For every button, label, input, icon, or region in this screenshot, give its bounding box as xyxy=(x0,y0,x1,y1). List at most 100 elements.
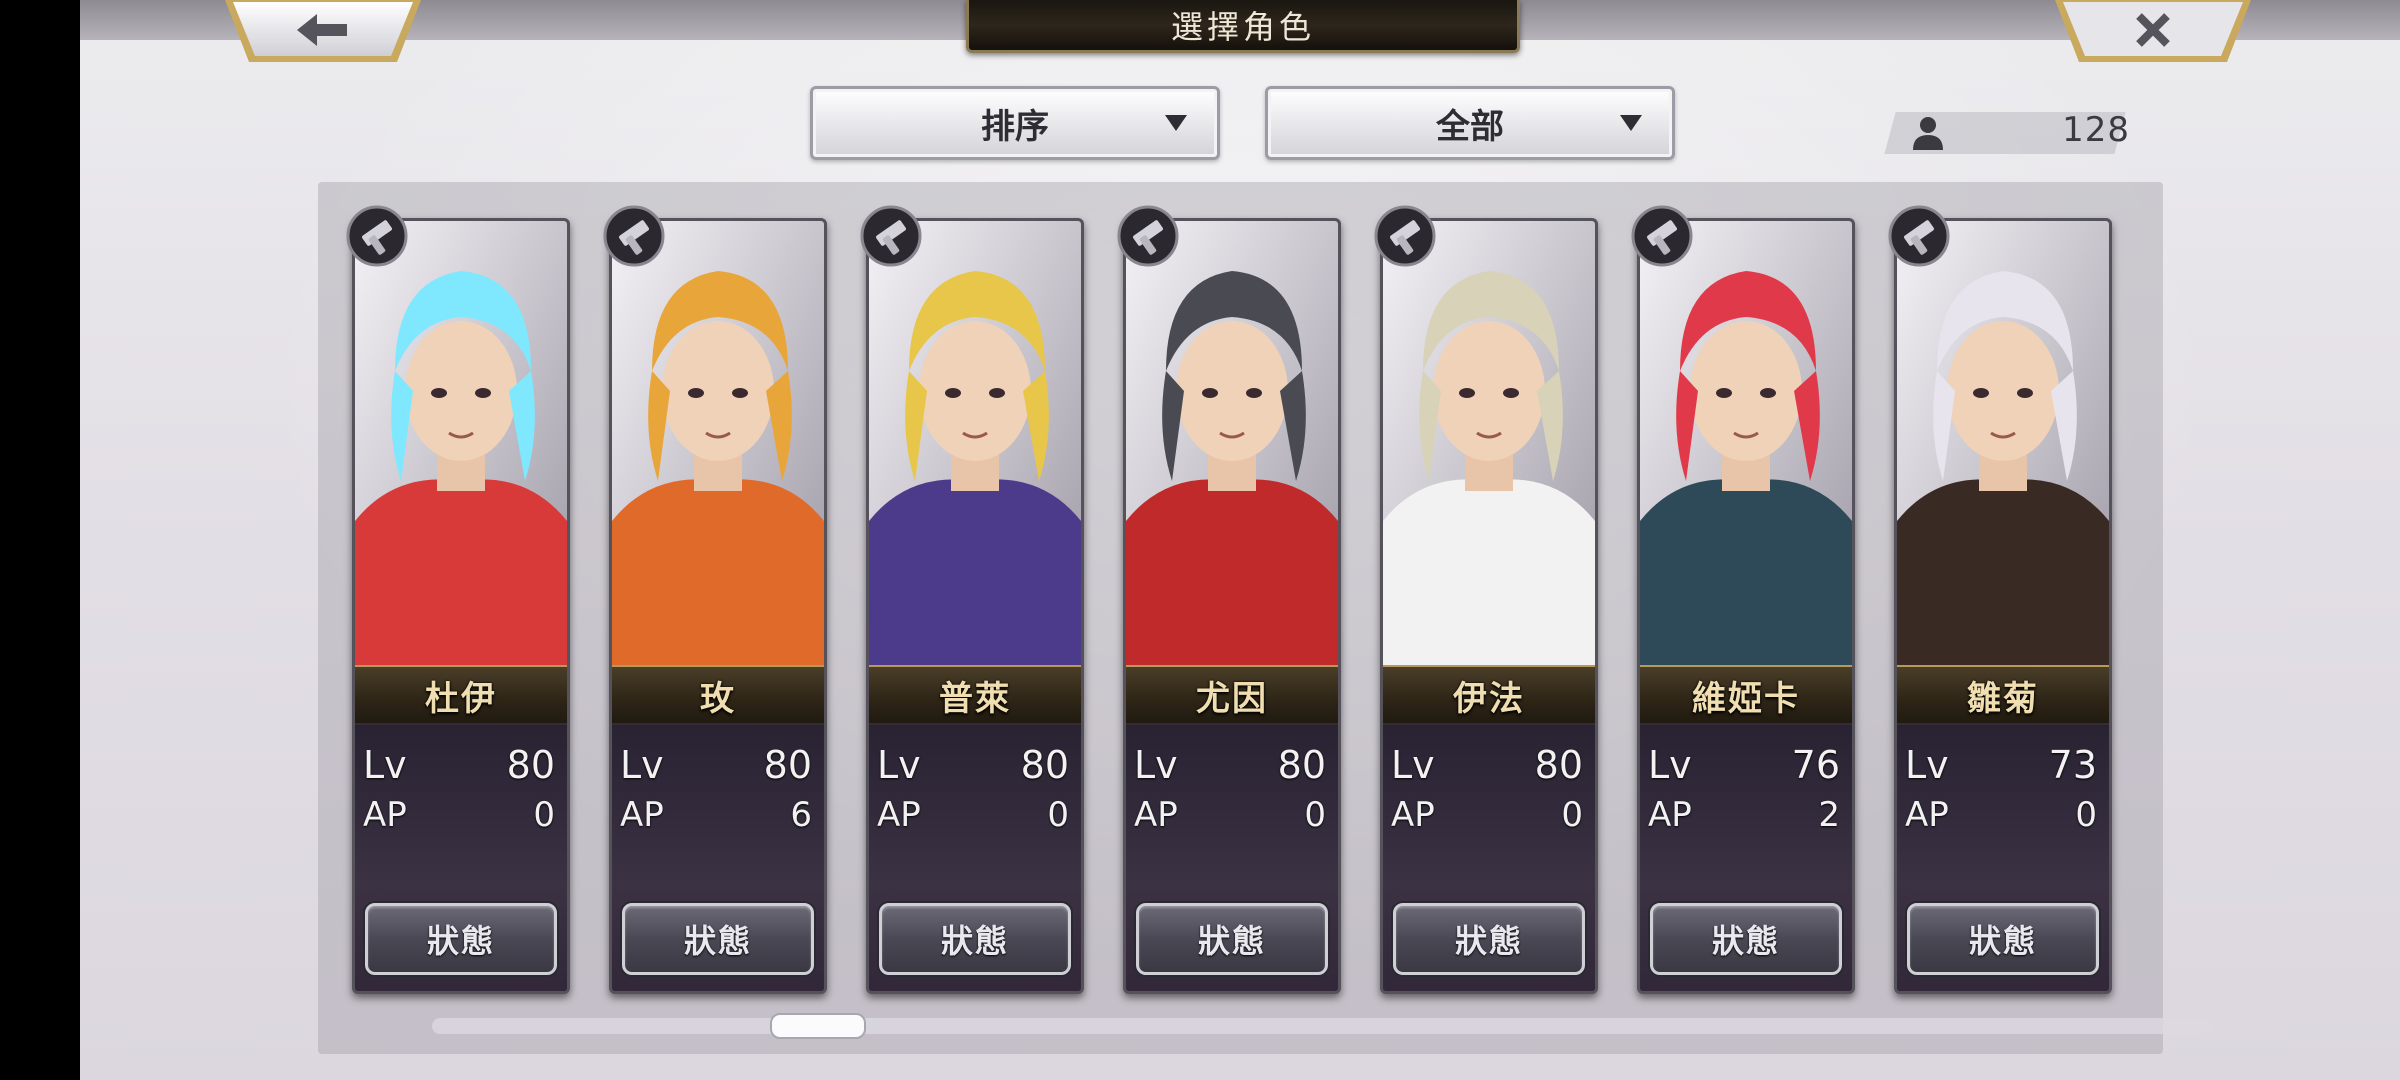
level-row: Lv 80 xyxy=(1134,743,1326,787)
character-name: 維婭卡 xyxy=(1692,678,1800,719)
character-portrait xyxy=(355,221,567,665)
character-stats: Lv 80 AP 0 狀態 xyxy=(869,723,1081,991)
level-value: 73 xyxy=(2048,743,2097,787)
level-label: Lv xyxy=(1134,743,1178,787)
filter-dropdown[interactable]: 全部 xyxy=(1265,86,1675,160)
status-button-label: 狀態 xyxy=(1454,922,1523,960)
character-card[interactable]: 普萊 Lv 80 AP 0 狀態 xyxy=(866,218,1084,994)
character-name-plate: 伊法 xyxy=(1383,665,1595,725)
character-stats: Lv 80 AP 0 狀態 xyxy=(1126,723,1338,991)
ap-label: AP xyxy=(1648,795,1692,835)
ap-value: 0 xyxy=(2075,795,2097,835)
weapon-class-icon xyxy=(1631,205,1693,267)
character-name: 玫 xyxy=(700,678,736,719)
character-portrait xyxy=(1126,221,1338,665)
status-button-label: 狀態 xyxy=(426,922,495,960)
status-button-label: 狀態 xyxy=(1711,922,1780,960)
status-button-label: 狀態 xyxy=(940,922,1009,960)
ap-value: 0 xyxy=(533,795,555,835)
ap-row: AP 0 xyxy=(1391,795,1583,839)
level-value: 76 xyxy=(1791,743,1840,787)
ap-label: AP xyxy=(877,795,921,835)
character-card[interactable]: 玫 Lv 80 AP 6 狀態 xyxy=(609,218,827,994)
status-button[interactable]: 狀態 xyxy=(1136,903,1328,975)
status-button[interactable]: 狀態 xyxy=(365,903,557,975)
weapon-class-icon xyxy=(1374,205,1436,267)
character-name: 雛菊 xyxy=(1967,678,2039,719)
level-row: Lv 80 xyxy=(877,743,1069,787)
level-label: Lv xyxy=(1648,743,1692,787)
status-button-label: 狀態 xyxy=(1968,922,2037,960)
character-stats: Lv 80 AP 0 狀態 xyxy=(355,723,567,991)
status-button[interactable]: 狀態 xyxy=(1650,903,1842,975)
sort-dropdown-label: 排序 xyxy=(981,106,1049,147)
character-portrait xyxy=(612,221,824,665)
level-label: Lv xyxy=(363,743,407,787)
character-name-plate: 普萊 xyxy=(869,665,1081,725)
ap-label: AP xyxy=(1134,795,1178,835)
level-row: Lv 80 xyxy=(1391,743,1583,787)
page-title-plate: 選擇角色 xyxy=(966,0,1520,53)
character-name-plate: 維婭卡 xyxy=(1640,665,1852,725)
page-title: 選擇角色 xyxy=(1170,8,1315,46)
character-card[interactable]: 雛菊 Lv 73 AP 0 狀態 xyxy=(1894,218,2112,994)
character-portrait xyxy=(1383,221,1595,665)
weapon-class-icon xyxy=(1888,205,1950,267)
level-row: Lv 80 xyxy=(363,743,555,787)
level-row: Lv 80 xyxy=(620,743,812,787)
ap-value: 0 xyxy=(1561,795,1583,835)
character-portrait xyxy=(869,221,1081,665)
character-name: 伊法 xyxy=(1453,678,1525,719)
weapon-class-icon xyxy=(346,205,408,267)
character-card[interactable]: 尤因 Lv 80 AP 0 狀態 xyxy=(1123,218,1341,994)
level-label: Lv xyxy=(1391,743,1435,787)
ap-row: AP 0 xyxy=(363,795,555,839)
ap-value: 0 xyxy=(1304,795,1326,835)
chevron-down-icon xyxy=(1620,115,1642,131)
scrollbar-thumb[interactable] xyxy=(769,1013,866,1039)
ap-label: AP xyxy=(363,795,407,835)
character-name-plate: 尤因 xyxy=(1126,665,1338,725)
filter-dropdown-label: 全部 xyxy=(1436,106,1504,147)
character-card[interactable]: 伊法 Lv 80 AP 0 狀態 xyxy=(1380,218,1598,994)
arrow-left-icon xyxy=(225,0,421,62)
close-x-icon xyxy=(2055,0,2251,62)
ap-label: AP xyxy=(1905,795,1949,835)
sort-dropdown[interactable]: 排序 xyxy=(810,86,1220,160)
ap-row: AP 6 xyxy=(620,795,812,839)
level-label: Lv xyxy=(620,743,664,787)
character-portrait xyxy=(1640,221,1852,665)
level-label: Lv xyxy=(1905,743,1949,787)
ap-label: AP xyxy=(620,795,664,835)
status-button[interactable]: 狀態 xyxy=(1393,903,1585,975)
status-button-label: 狀態 xyxy=(1197,922,1266,960)
character-portrait xyxy=(1897,221,2109,665)
close-button[interactable] xyxy=(2055,0,2251,66)
character-name: 杜伊 xyxy=(425,678,497,719)
character-card[interactable]: 維婭卡 Lv 76 AP 2 狀態 xyxy=(1637,218,1855,994)
ap-value: 2 xyxy=(1818,795,1840,835)
level-value: 80 xyxy=(506,743,555,787)
ap-row: AP 2 xyxy=(1648,795,1840,839)
character-card[interactable]: 杜伊 Lv 80 AP 0 狀態 xyxy=(352,218,570,994)
character-stats: Lv 73 AP 0 狀態 xyxy=(1897,723,2109,991)
status-button[interactable]: 狀態 xyxy=(622,903,814,975)
level-row: Lv 76 xyxy=(1648,743,1840,787)
level-value: 80 xyxy=(1277,743,1326,787)
level-label: Lv xyxy=(877,743,921,787)
character-name-plate: 杜伊 xyxy=(355,665,567,725)
ap-row: AP 0 xyxy=(877,795,1069,839)
character-stats: Lv 76 AP 2 狀態 xyxy=(1640,723,1852,991)
weapon-class-icon xyxy=(1117,205,1179,267)
back-button[interactable] xyxy=(225,0,421,66)
roster-count: 128 xyxy=(2062,110,2130,150)
horizontal-scrollbar[interactable] xyxy=(432,1018,2212,1034)
ap-label: AP xyxy=(1391,795,1435,835)
level-value: 80 xyxy=(1534,743,1583,787)
person-icon xyxy=(1913,117,1943,150)
status-button[interactable]: 狀態 xyxy=(879,903,1071,975)
level-value: 80 xyxy=(1020,743,1069,787)
character-stats: Lv 80 AP 0 狀態 xyxy=(1383,723,1595,991)
ap-row: AP 0 xyxy=(1905,795,2097,839)
status-button[interactable]: 狀態 xyxy=(1907,903,2099,975)
